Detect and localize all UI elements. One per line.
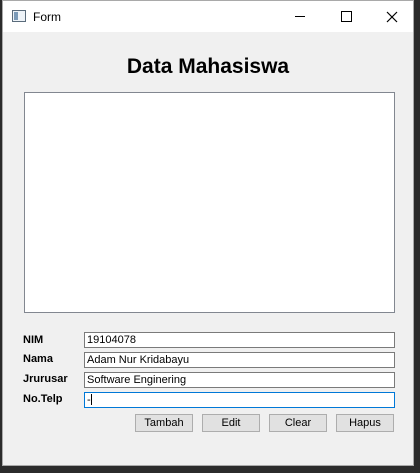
text-caret	[90, 394, 92, 405]
window-title: Form	[33, 10, 61, 24]
minimize-icon	[295, 16, 305, 17]
data-listbox[interactable]	[24, 92, 395, 313]
jurusan-field[interactable]: Software Enginering	[84, 372, 395, 388]
nama-label: Nama	[23, 353, 53, 365]
tambah-button[interactable]: Tambah	[135, 414, 193, 432]
page-title: Data Mahasiswa	[126, 55, 290, 78]
jurusan-label: Jrurusar	[23, 373, 68, 385]
maximize-icon	[340, 11, 352, 22]
form-window: Form Data Mahasiswa NIM 19104078 Nama Ad…	[2, 0, 414, 466]
hapus-button[interactable]: Hapus	[336, 414, 394, 432]
notelp-field[interactable]: -	[84, 392, 395, 408]
close-icon	[386, 11, 398, 22]
minimize-button[interactable]	[277, 1, 323, 32]
notelp-label: No.Telp	[23, 393, 63, 405]
nama-field[interactable]: Adam Nur Kridabayu	[84, 352, 395, 368]
edit-button[interactable]: Edit	[202, 414, 260, 432]
nim-field[interactable]: 19104078	[84, 332, 395, 348]
maximize-button[interactable]	[323, 1, 369, 32]
title-bar[interactable]: Form	[3, 1, 413, 32]
clear-button[interactable]: Clear	[269, 414, 327, 432]
app-icon	[12, 10, 26, 22]
close-button[interactable]	[369, 1, 415, 32]
nim-label: NIM	[23, 334, 44, 346]
